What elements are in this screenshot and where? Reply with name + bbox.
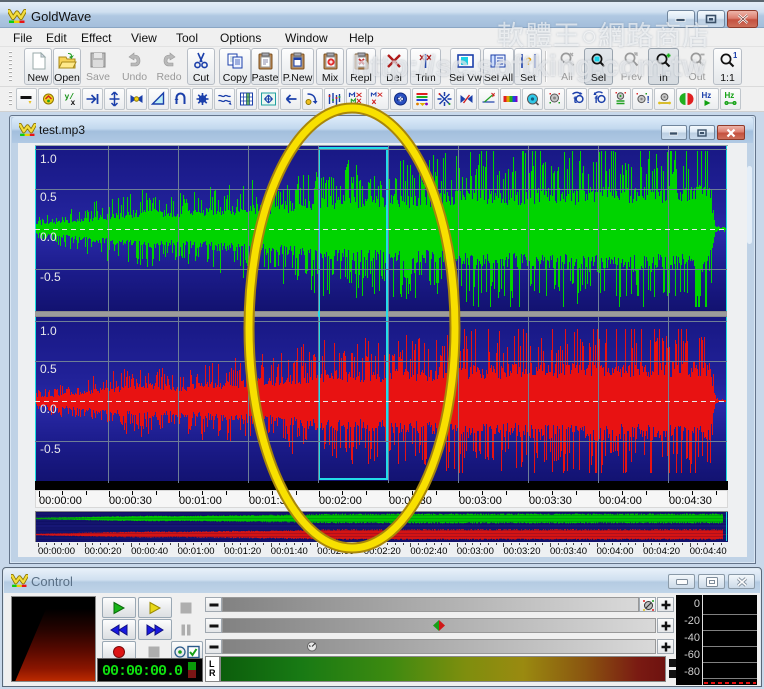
svg-text:!: ! (646, 95, 649, 106)
svg-text:x: x (70, 99, 75, 107)
svg-text:Hz: Hz (701, 91, 711, 100)
svg-text:Hz: Hz (724, 91, 734, 100)
svg-text:EO: EO (396, 97, 403, 103)
